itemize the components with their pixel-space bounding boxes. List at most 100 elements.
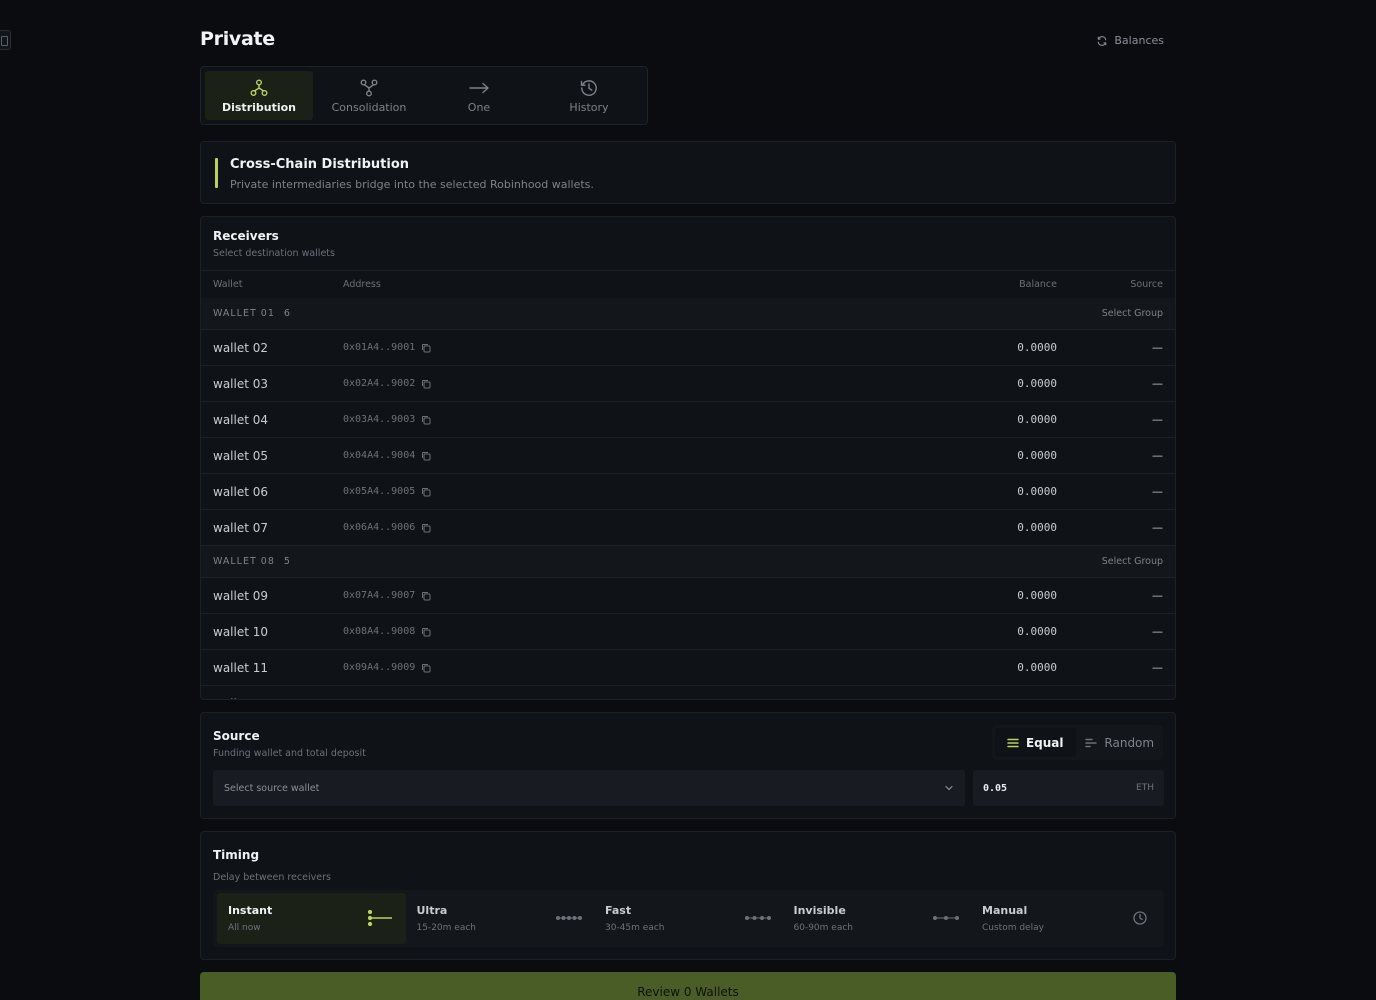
timing-option-instant[interactable]: Instant All now [217, 893, 406, 944]
timing-option-fast[interactable]: Fast 30-45m each [594, 893, 783, 944]
wallet-name: wallet 10 [213, 624, 269, 639]
receivers-panel[interactable]: Receivers Select destination wallets Wal… [200, 216, 1176, 700]
timing-options: Instant All now Ultra 15-20m each Fast 3… [213, 890, 1164, 947]
timing-option-name: Ultra [416, 904, 448, 917]
wallet-address: 0x02A4..9002 [343, 378, 937, 389]
copy-icon[interactable] [421, 591, 431, 601]
wallet-source: — [1152, 661, 1163, 674]
source-select-placeholder: Select source wallet [224, 782, 320, 794]
source-panel: Source Funding wallet and total deposit … [200, 712, 1176, 819]
column-source: Source [1130, 279, 1163, 290]
history-icon [580, 79, 597, 96]
wallet-name: wallet 04 [213, 412, 269, 427]
timing-option-desc: Custom delay [982, 923, 1044, 933]
copy-icon[interactable] [421, 523, 431, 533]
wallet-address: 0x07A4..9007 [343, 590, 937, 601]
wallet-address: 0x09A4..9009 [343, 662, 937, 673]
select-group-button[interactable]: Select Group [1102, 556, 1163, 567]
wallet-balance: 0.0000 [1017, 661, 1057, 674]
column-wallet: Wallet [213, 279, 243, 290]
receivers-title: Receivers [213, 229, 279, 243]
page-header: Private Balances [200, 0, 1176, 66]
wallet-row[interactable]: wallet 03 0x02A4..9002 0.0000 — [201, 366, 1175, 402]
balances-label: Balances [1114, 34, 1164, 47]
wallet-row[interactable]: wallet 11 0x09A4..9009 0.0000 — [201, 650, 1175, 686]
address-text: 0x07A4..9007 [343, 590, 416, 601]
review-wallets-button[interactable]: Review 0 Wallets [200, 972, 1176, 1000]
tab-history[interactable]: History [535, 71, 643, 120]
wallet-source: — [1152, 625, 1163, 638]
receivers-subtitle: Select destination wallets [213, 248, 335, 259]
tab-label: History [569, 100, 609, 114]
copy-icon[interactable] [421, 699, 431, 701]
address-text: 0x09A4..9009 [343, 662, 416, 673]
address-text: 0x05A4..9005 [343, 486, 416, 497]
copy-icon[interactable] [421, 487, 431, 497]
timing-option-name: Instant [228, 904, 273, 917]
accent-bar [215, 158, 218, 188]
wallet-name: wallet 02 [213, 340, 269, 355]
timing-option-invisible[interactable]: Invisible 60-90m each [783, 893, 972, 944]
equal-split-icon [1007, 738, 1019, 747]
timing-option-ultra[interactable]: Ultra 15-20m each [406, 893, 595, 944]
clock-icon [1132, 911, 1147, 925]
random-label: Random [1104, 735, 1155, 750]
wallet-row[interactable]: wallet 07 0x06A4..9006 0.0000 — [201, 510, 1175, 546]
wallet-balance: 0.0000 [1017, 449, 1057, 462]
wallet-source: — [1057, 697, 1163, 699]
timing-option-name: Fast [605, 904, 632, 917]
wallet-balance: 0.0000 [1017, 625, 1057, 638]
distribution-icon [250, 79, 268, 96]
random-split-icon [1085, 738, 1098, 747]
wallet-name: wallet 09 [213, 588, 269, 603]
wallet-row[interactable]: wallet 06 0x05A4..9005 0.0000 — [201, 474, 1175, 510]
select-group-button[interactable]: Select Group [1102, 308, 1163, 319]
equal-mode-button[interactable]: Equal [995, 728, 1076, 757]
source-title: Source [213, 729, 260, 743]
wallet-row[interactable]: wallet 09 0x07A4..9007 0.0000 — [201, 578, 1175, 614]
source-wallet-select[interactable]: Select source wallet [213, 770, 965, 806]
copy-icon[interactable] [421, 343, 431, 353]
tab-one[interactable]: One [425, 71, 533, 120]
wallet-name: wallet 12 [213, 697, 343, 700]
timing-option-manual[interactable]: Manual Custom delay [971, 893, 1160, 944]
dots-5-icon [556, 916, 582, 920]
wallet-row[interactable]: wallet 10 0x08A4..9008 0.0000 — [201, 614, 1175, 650]
wallet-group-header: WALLET 01 6 Select Group [201, 298, 1175, 330]
wallet-name: wallet 11 [213, 660, 269, 675]
wallet-balance: 0.0000 [1017, 413, 1057, 426]
wallet-name: wallet 06 [213, 484, 269, 499]
main-content: Private Balances Distribution Consolidat… [200, 0, 1176, 960]
copy-icon[interactable] [421, 415, 431, 425]
timing-option-desc: 15-20m each [416, 923, 476, 933]
sidebar-toggle[interactable] [0, 30, 11, 50]
address-text: 0x03A4..9003 [343, 414, 416, 425]
timing-subtitle: Delay between receivers [213, 872, 331, 883]
wallet-name: wallet 05 [213, 448, 269, 463]
copy-icon[interactable] [421, 663, 431, 673]
copy-icon[interactable] [421, 627, 431, 637]
wallet-row[interactable]: wallet 05 0x04A4..9004 0.0000 — [201, 438, 1175, 474]
balances-button[interactable]: Balances [1096, 34, 1164, 47]
wallet-row[interactable]: wallet 04 0x03A4..9003 0.0000 — [201, 402, 1175, 438]
page-title: Private [200, 28, 275, 50]
amount-unit: ETH [1136, 783, 1154, 793]
table-header: Wallet Address Balance Source [201, 271, 1175, 298]
column-address: Address [343, 279, 381, 290]
wallet-row[interactable]: wallet 120x10A4..9010 0.0000— [201, 686, 1175, 700]
tab-distribution[interactable]: Distribution [205, 71, 313, 120]
chevron-down-icon [945, 785, 953, 791]
arrow-right-icon [469, 82, 489, 93]
source-subtitle: Funding wallet and total deposit [213, 748, 366, 759]
timing-option-desc: 30-45m each [605, 923, 665, 933]
address-text: 0x10A4..9010 [343, 698, 415, 699]
wallet-address: 0x08A4..9008 [343, 626, 937, 637]
wallet-balance: 0.0000 [1017, 589, 1057, 602]
random-mode-button[interactable]: Random [1080, 728, 1161, 757]
wallet-balance: 0.0000 [937, 697, 1057, 699]
tab-consolidation[interactable]: Consolidation [315, 71, 423, 120]
copy-icon[interactable] [421, 379, 431, 389]
deposit-amount-input[interactable] [983, 782, 1103, 794]
copy-icon[interactable] [421, 451, 431, 461]
wallet-row[interactable]: wallet 02 0x01A4..9001 0.0000 — [201, 330, 1175, 366]
